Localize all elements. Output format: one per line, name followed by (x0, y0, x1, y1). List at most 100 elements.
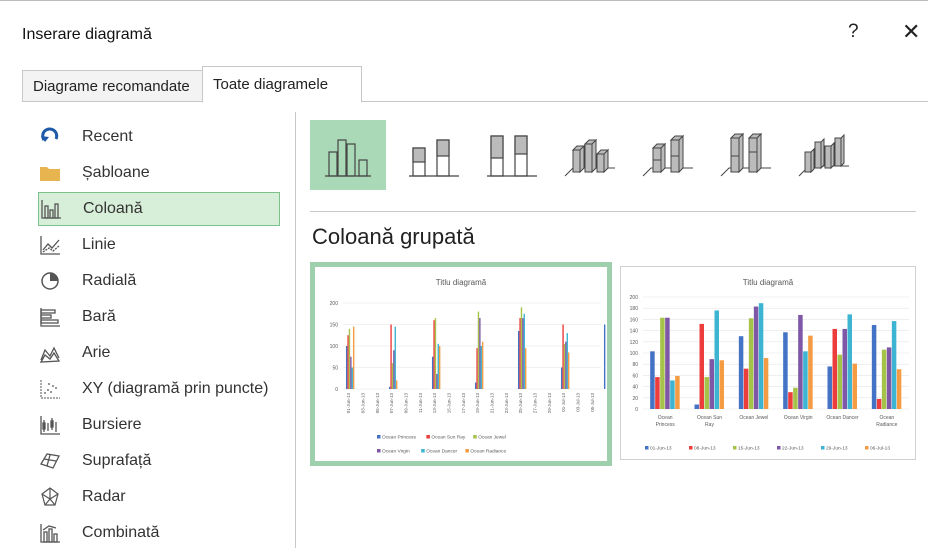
category-label: Bară (82, 308, 116, 325)
combo-chart-icon (38, 521, 62, 545)
help-button[interactable]: ? (848, 21, 859, 43)
category-templates[interactable]: Șabloane (38, 156, 280, 190)
category-stock[interactable]: Bursiere (38, 408, 280, 442)
chart-category-list: Recent Șabloane Coloană Linie Radială Ba… (0, 112, 296, 548)
legend-label: Ocean Princess (382, 435, 416, 441)
bar (743, 368, 749, 409)
bar (565, 341, 567, 389)
folder-icon (38, 161, 62, 185)
category-surface[interactable]: Suprafață (38, 444, 280, 478)
bar (832, 328, 837, 409)
bar (788, 392, 793, 409)
insert-chart-dialog: Inserare diagramă ? ✕ Diagrame recomanda… (0, 0, 928, 548)
bar (395, 380, 398, 389)
bar (783, 332, 788, 409)
close-button[interactable]: ✕ (902, 19, 920, 45)
subtype-stacked-column[interactable] (396, 120, 472, 190)
legend-label: Ocean Virgin (382, 449, 410, 455)
bar (351, 367, 353, 389)
x-tick-label: Ocean Sun (697, 415, 722, 421)
bar (891, 321, 897, 409)
bar (709, 359, 714, 409)
x-tick-label: 03-Jul-13 (576, 393, 581, 412)
bar (876, 398, 882, 409)
legend-swatch (473, 435, 477, 439)
x-tick-label: 27-Jun-13 (533, 393, 538, 414)
y-tick-label: 0 (635, 407, 638, 413)
bar (477, 311, 480, 389)
tab-recommended-charts[interactable]: Diagrame recomandate (22, 70, 202, 102)
x-tick-label: 29-Jun-13 (547, 393, 552, 414)
x-tick-label-line: Radiance (876, 422, 897, 428)
bar (704, 377, 709, 409)
bar (567, 352, 570, 389)
bar (738, 336, 744, 409)
y-tick-label: 40 (632, 385, 638, 391)
category-bar[interactable]: Bară (38, 300, 280, 334)
x-tick-label: 23-Jun-13 (504, 393, 509, 414)
dialog-titlebar: Inserare diagramă ? ✕ (0, 12, 928, 56)
bar (886, 347, 892, 409)
subtype-3d-clustered-column[interactable] (552, 120, 628, 190)
y-tick-label: 180 (630, 306, 639, 312)
chart-preview-1[interactable]: Titlu diagramă 0 50 100 150 200 01-Jun-13 03-Ju… (310, 262, 612, 466)
bar (675, 375, 680, 409)
category-area[interactable]: Arie (38, 336, 280, 370)
bar (519, 318, 521, 389)
subtype-3d-100-stacked-column[interactable] (708, 120, 784, 190)
legend-swatch (421, 449, 425, 453)
x-tick-label: 01-Jun-13 (346, 393, 351, 414)
bar (481, 341, 484, 389)
bar-chart-icon (38, 305, 62, 329)
y-tick-label: 80 (632, 362, 638, 368)
bar (670, 380, 675, 409)
x-tick-label: 03-Jun-13 (361, 393, 366, 414)
surface-chart-icon (38, 449, 62, 473)
dialog-top-border (0, 0, 928, 6)
category-pie[interactable]: Radială (38, 264, 280, 298)
legend-swatch (777, 446, 781, 450)
bar (431, 356, 434, 389)
subtype-3d-stacked-column[interactable] (630, 120, 706, 190)
preview-chart-1: Titlu diagramă 0 50 100 150 200 01-Jun-13 03-Ju… (330, 278, 606, 455)
legend-swatch (733, 446, 737, 450)
preview-chart-2: Titlu diagramă 0 20 40 60 80 100 120 140 160 180 20… (630, 278, 909, 452)
bar (480, 346, 482, 389)
bar (650, 351, 655, 409)
legend-label: Ocean Sun Ray (431, 435, 465, 441)
subtype-heading: Coloană grupată (312, 224, 475, 249)
bar (699, 323, 704, 409)
category-radar[interactable]: Radar (38, 480, 280, 514)
bar (896, 369, 902, 409)
category-column[interactable]: Coloană (38, 192, 280, 226)
x-tick-label: 13-Jun-13 (432, 393, 437, 414)
subtype-100-stacked-column[interactable] (474, 120, 550, 190)
bar (748, 318, 754, 409)
category-combo[interactable]: Combinată (38, 516, 280, 548)
bar (520, 307, 523, 389)
subtype-clustered-column[interactable] (310, 120, 386, 190)
bar (388, 386, 391, 389)
bar (474, 382, 477, 389)
x-tick-label: 15-Jun-13 (447, 393, 452, 414)
x-tick-label: 21-Jun-13 (490, 393, 495, 414)
category-line[interactable]: Linie (38, 228, 280, 262)
bar (719, 360, 724, 409)
bar (563, 343, 566, 389)
bar (793, 387, 798, 409)
bar (479, 318, 481, 389)
bar (436, 373, 438, 389)
legend-label: 06-Jul-13 (870, 446, 890, 452)
line-chart-icon (38, 233, 62, 257)
subtype-3d-column[interactable] (786, 120, 862, 190)
bar (394, 326, 396, 389)
legend-label: 22-Jun-13 (782, 446, 804, 452)
bar (438, 346, 441, 389)
separator (310, 211, 916, 212)
category-xy-scatter[interactable]: XY (diagramă prin puncte) (38, 372, 280, 406)
chart-preview-2[interactable]: Titlu diagramă 0 20 40 60 80 100 120 140 160 180 20… (620, 266, 916, 460)
legend-swatch (377, 449, 381, 453)
bar (437, 343, 439, 389)
category-recent[interactable]: Recent (38, 120, 280, 154)
tab-all-charts[interactable]: Toate diagramele (202, 66, 362, 103)
